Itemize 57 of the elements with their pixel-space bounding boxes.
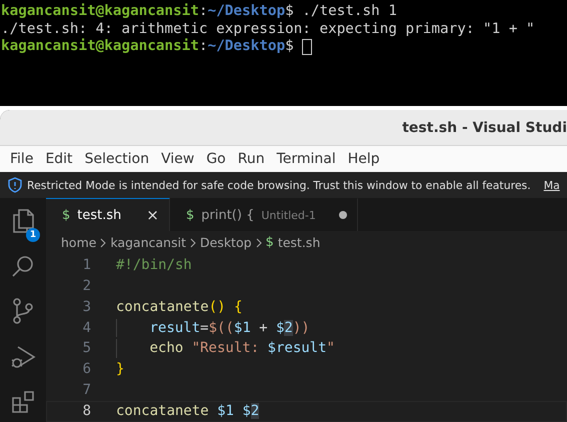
terminal-text: ./test.sh: 4: arithmetic expression: expecting primary: "1 + " xyxy=(1,20,535,38)
code-line: concatanete() { xyxy=(116,298,242,317)
line-number: 6 xyxy=(82,360,92,380)
breadcrumb-item[interactable]: Desktop xyxy=(200,235,252,250)
terminal-prompt-user: kagancansit@kagancansit xyxy=(1,38,199,56)
shell-file-icon: $ xyxy=(62,208,70,223)
terminal-prompt-path: ~/Desktop xyxy=(208,3,286,20)
line-number: 1 xyxy=(82,256,92,275)
chevron-icon xyxy=(190,238,196,248)
terminal-text: : xyxy=(198,3,208,20)
terminal-prompt-path: ~/Desktop xyxy=(208,38,286,56)
tab-description: Untitled-1 xyxy=(261,208,316,222)
chevron-icon xyxy=(100,238,106,248)
shield-icon xyxy=(8,177,22,193)
menu-item[interactable]: View xyxy=(155,151,200,167)
code-line: #!/bin/sh xyxy=(116,256,192,275)
banner-link[interactable]: Ma xyxy=(544,178,560,192)
search-icon[interactable] xyxy=(11,254,35,278)
source-control-icon[interactable] xyxy=(11,298,35,324)
extensions-icon[interactable] xyxy=(11,390,35,414)
line-number: 5 xyxy=(82,339,92,358)
code-line: echo "Result: $result" xyxy=(116,339,335,358)
tab-label: test.sh xyxy=(77,208,122,223)
line-number: 7 xyxy=(82,381,92,400)
line-number: 2 xyxy=(82,276,92,296)
line-number: 8 xyxy=(82,402,92,421)
terminal-prompt-user: kagancansit@kagancansit xyxy=(1,3,199,20)
shell-file-icon: $ xyxy=(266,235,274,250)
terminal-text: $ xyxy=(285,38,295,56)
terminal-cursor xyxy=(302,39,312,55)
line-number: 4 xyxy=(82,318,92,338)
breadcrumb-item[interactable]: test.sh xyxy=(278,235,320,250)
menu-item[interactable]: Run xyxy=(232,151,271,167)
code-line: result=$(($1 + $2)) xyxy=(116,318,310,338)
menu-item[interactable]: Selection xyxy=(78,151,156,167)
tab-label: print() { xyxy=(201,208,254,223)
breadcrumb-item[interactable]: home xyxy=(61,235,96,250)
close-icon[interactable]: × xyxy=(146,206,159,224)
terminal-text: : xyxy=(198,38,208,56)
code-line: } xyxy=(116,360,124,380)
banner-message: Restricted Mode is intended for safe code browsing. Trust this window to enable all features. xyxy=(27,178,531,192)
menu-item[interactable]: Edit xyxy=(39,151,79,167)
window-title: test.sh - Visual Studi xyxy=(402,120,567,136)
editor-tab[interactable]: $ test.sh × xyxy=(46,198,170,232)
line-number: 3 xyxy=(82,298,92,317)
breadcrumb-item[interactable]: kagancansit xyxy=(110,235,186,250)
code-line: concatanete $1 $2 xyxy=(116,402,260,421)
menu-item[interactable]: File xyxy=(4,151,40,167)
run-debug-icon[interactable] xyxy=(10,344,36,370)
shell-file-icon: $ xyxy=(186,208,194,223)
menu-item[interactable]: Go xyxy=(200,151,232,167)
chevron-icon xyxy=(256,238,262,248)
notification-badge: 1 xyxy=(26,228,40,242)
terminal-text: $ ./test.sh 1 xyxy=(285,3,397,20)
menu-item[interactable]: Help xyxy=(342,151,386,167)
menu-item[interactable]: Terminal xyxy=(270,151,342,167)
code-editor[interactable]: 1 #!/bin/sh 2 3 concatanete() { 4 result=$(($1 + $2)) 5 echo "Result: $result" 6 } 7 8 concatanete $1 $2 xyxy=(46,254,567,422)
